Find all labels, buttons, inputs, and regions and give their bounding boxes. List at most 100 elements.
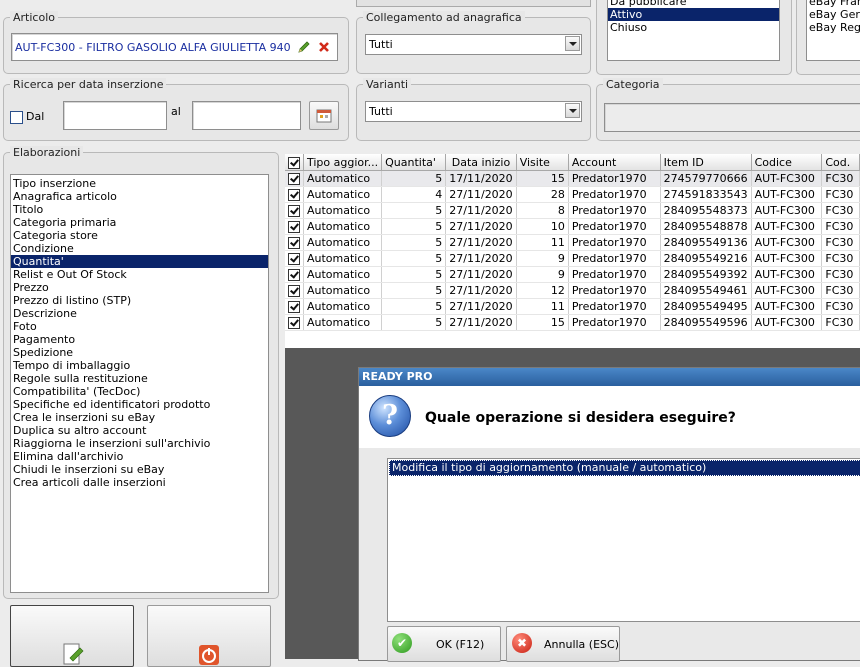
site-item[interactable]: eBay Germ xyxy=(807,8,860,21)
row-checkbox[interactable] xyxy=(288,269,300,281)
table-row[interactable]: Automatico 5 27/11/2020 11 Predator1970 28409… xyxy=(285,234,860,251)
stato-listbox[interactable]: Da pubblicare Attivo Chiuso xyxy=(607,0,780,61)
cell-codice: AUT-FC300 xyxy=(751,202,823,219)
elaborazione-item[interactable]: Anagrafica articolo xyxy=(11,190,268,203)
table-row[interactable]: Automatico 5 27/11/2020 10 Predator1970 28409… xyxy=(285,218,860,235)
elaborazione-item[interactable]: Crea le inserzioni su eBay xyxy=(11,411,268,424)
row-checkbox[interactable] xyxy=(288,285,300,297)
row-checkbox[interactable] xyxy=(288,253,300,265)
elaborazione-item[interactable]: Specifiche ed identificatori prodotto xyxy=(11,398,268,411)
calendar-button[interactable] xyxy=(309,101,339,130)
stato-item[interactable]: Attivo xyxy=(608,8,779,21)
row-select-cell[interactable] xyxy=(285,314,304,331)
row-checkbox[interactable] xyxy=(288,237,300,249)
inserzioni-grid[interactable]: Tipo aggior... Quantita' Data inizio Vis… xyxy=(285,154,860,348)
date-from-input[interactable] xyxy=(63,101,167,130)
select-all-checkbox[interactable] xyxy=(288,156,300,169)
table-row[interactable]: Automatico 5 27/11/2020 12 Predator1970 28409… xyxy=(285,282,860,299)
elaborazione-item[interactable]: Foto xyxy=(11,320,268,333)
table-row[interactable]: Automatico 5 27/11/2020 11 Predator1970 28409… xyxy=(285,298,860,315)
row-checkbox[interactable] xyxy=(288,173,300,185)
chevron-down-icon[interactable] xyxy=(565,103,580,118)
col-codice[interactable]: Codice xyxy=(751,154,823,171)
elaborazione-item[interactable]: Relist e Out Of Stock xyxy=(11,268,268,281)
table-row[interactable]: Automatico 5 17/11/2020 15 Predator1970 27457… xyxy=(285,170,860,187)
cell-cod: FC30 xyxy=(821,234,860,251)
elaborazione-item[interactable]: Spedizione xyxy=(11,346,268,359)
elaborazione-item[interactable]: Crea articoli dalle inserzioni xyxy=(11,476,268,489)
operation-listbox[interactable]: Modifica il tipo di aggiornamento (manua… xyxy=(387,458,860,622)
categoria-field[interactable] xyxy=(604,103,860,132)
elaborazione-item[interactable]: Elimina dall'archivio xyxy=(11,450,268,463)
elaborazione-item[interactable]: Categoria store xyxy=(11,229,268,242)
cancel-button[interactable]: ✖ Annulla (ESC) xyxy=(506,626,620,662)
elaborazione-item[interactable]: Duplica su altro account xyxy=(11,424,268,437)
stato-item[interactable]: Da pubblicare xyxy=(608,0,779,8)
row-checkbox[interactable] xyxy=(288,189,300,201)
pencil-icon[interactable] xyxy=(297,40,311,54)
calendar-icon xyxy=(316,109,332,123)
elaborazione-item[interactable]: Titolo xyxy=(11,203,268,216)
varianti-select[interactable]: Tutti xyxy=(365,101,582,122)
row-select-cell[interactable] xyxy=(285,298,304,315)
row-checkbox[interactable] xyxy=(288,221,300,233)
collegamento-select[interactable]: Tutti xyxy=(365,34,582,55)
col-data-inizio[interactable]: Data inizio xyxy=(445,154,517,171)
col-cod[interactable]: Cod. xyxy=(821,154,860,171)
row-checkbox[interactable] xyxy=(288,205,300,217)
table-row[interactable]: Automatico 5 27/11/2020 8 Predator1970 284095… xyxy=(285,202,860,219)
ok-button[interactable]: ✔ OK (F12) xyxy=(387,626,501,662)
table-row[interactable]: Automatico 5 27/11/2020 9 Predator1970 284095… xyxy=(285,266,860,283)
elaborazione-item[interactable]: Categoria primaria xyxy=(11,216,268,229)
elaborazione-item[interactable]: Condizione xyxy=(11,242,268,255)
exit-button[interactable] xyxy=(147,605,271,667)
row-select-cell[interactable] xyxy=(285,186,304,203)
row-checkbox[interactable] xyxy=(288,301,300,313)
col-visite[interactable]: Visite xyxy=(516,154,569,171)
cell-data: 27/11/2020 xyxy=(445,298,517,315)
elaborazione-item[interactable]: Prezzo di listino (STP) xyxy=(11,294,268,307)
red-x-icon[interactable] xyxy=(318,41,330,53)
operation-item[interactable]: Modifica il tipo di aggiornamento (manua… xyxy=(389,460,860,476)
row-select-cell[interactable] xyxy=(285,170,304,187)
row-select-cell[interactable] xyxy=(285,218,304,235)
table-row[interactable]: Automatico 4 27/11/2020 28 Predator1970 27459… xyxy=(285,186,860,203)
row-select-cell[interactable] xyxy=(285,202,304,219)
stato-item[interactable]: Chiuso xyxy=(608,21,779,34)
elaborazione-item[interactable]: Quantita' xyxy=(11,255,268,268)
edit-operation-button[interactable] xyxy=(10,605,134,667)
elaborazione-item[interactable]: Chiudi le inserzioni su eBay xyxy=(11,463,268,476)
row-select-cell[interactable] xyxy=(285,250,304,267)
site-item[interactable]: eBay Regn xyxy=(807,21,860,34)
elaborazione-item[interactable]: Tipo inserzione xyxy=(11,177,268,190)
row-select-cell[interactable] xyxy=(285,234,304,251)
cell-tipo: Automatico xyxy=(303,298,383,315)
col-account[interactable]: Account xyxy=(568,154,661,171)
elaborazione-item[interactable]: Riaggiorna le inserzioni sull'archivio xyxy=(11,437,268,450)
row-select-cell[interactable] xyxy=(285,282,304,299)
row-select-cell[interactable] xyxy=(285,266,304,283)
elaborazione-item[interactable]: Pagamento xyxy=(11,333,268,346)
row-checkbox[interactable] xyxy=(288,317,300,329)
checkmark-icon: ✔ xyxy=(392,633,412,653)
elaborazione-item[interactable]: Compatibilita' (TecDoc) xyxy=(11,385,268,398)
dialog-question: Quale operazione si desidera eseguire? xyxy=(425,410,736,426)
collegamento-value: Tutti xyxy=(369,38,393,51)
col-tipo[interactable]: Tipo aggior... xyxy=(303,154,383,171)
select-all-header[interactable] xyxy=(285,154,304,171)
col-item-id[interactable]: Item ID xyxy=(660,154,752,171)
chevron-down-icon[interactable] xyxy=(565,36,580,51)
table-row[interactable]: Automatico 5 27/11/2020 9 Predator1970 284095… xyxy=(285,250,860,267)
col-quantita[interactable]: Quantita' xyxy=(381,154,447,171)
elaborazione-item[interactable]: Descrizione xyxy=(11,307,268,320)
elaborazione-item[interactable]: Tempo di imballaggio xyxy=(11,359,268,372)
date-to-input[interactable] xyxy=(192,101,301,130)
site-item[interactable]: eBay Franc xyxy=(807,0,860,8)
elaborazione-item[interactable]: Prezzo xyxy=(11,281,268,294)
elaborazioni-listbox[interactable]: Tipo inserzione Anagrafica articolo Titolo… xyxy=(10,174,269,593)
dal-checkbox[interactable] xyxy=(10,110,23,124)
sites-listbox[interactable]: eBay FranceBay GermeBay Regn xyxy=(806,0,860,61)
articolo-field[interactable]: AUT-FC300 - FILTRO GASOLIO ALFA GIULIETT… xyxy=(11,33,338,61)
elaborazione-item[interactable]: Regole sulla restituzione xyxy=(11,372,268,385)
table-row[interactable]: Automatico 5 27/11/2020 15 Predator1970 28409… xyxy=(285,314,860,331)
